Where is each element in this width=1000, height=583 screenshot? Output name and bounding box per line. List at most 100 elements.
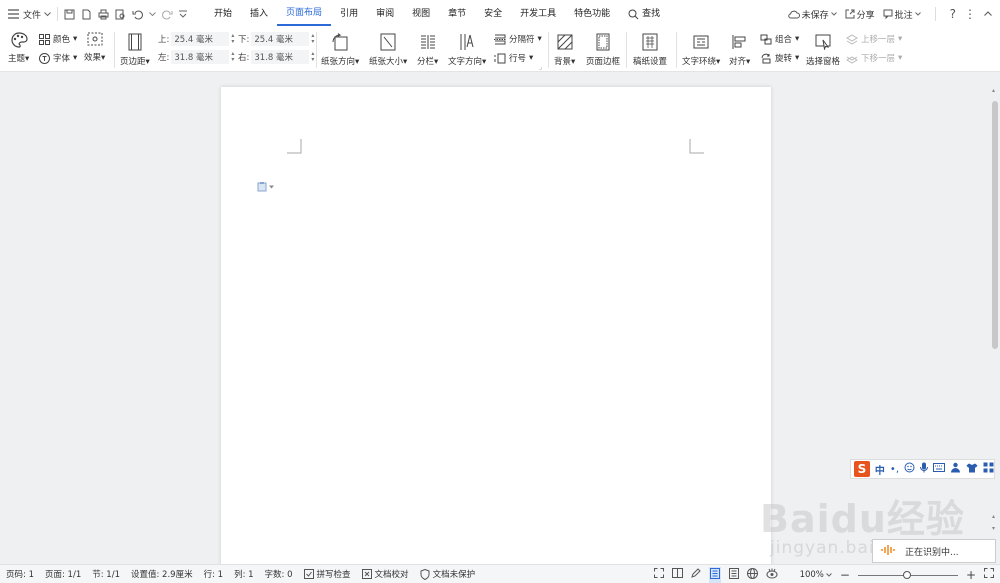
- share-button[interactable]: 分享: [845, 8, 875, 21]
- bring-forward-button[interactable]: 上移一层 ▾: [846, 33, 902, 45]
- margin-right-stepper-icon[interactable]: ▴ ▾: [311, 51, 314, 63]
- help-icon[interactable]: ?: [950, 7, 956, 21]
- keyboard-icon[interactable]: [933, 463, 945, 475]
- outline-view-icon[interactable]: [728, 567, 739, 582]
- zoom-level[interactable]: 100%: [800, 570, 832, 580]
- spell-check-button[interactable]: 拼写检查: [303, 568, 351, 580]
- scrollbar-thumb[interactable]: [992, 101, 998, 349]
- orientation-button[interactable]: 纸张方向▾: [321, 31, 359, 67]
- margin-top-input[interactable]: 25.4 毫米: [171, 32, 230, 46]
- align-button[interactable]: 对齐▾: [729, 31, 750, 67]
- unsaved-button[interactable]: 未保存: [787, 8, 837, 21]
- vertical-scrollbar[interactable]: ▴ ▴ ▾: [990, 73, 1000, 564]
- wrap-text-button[interactable]: 文字环绕▾: [682, 31, 720, 67]
- sogou-logo[interactable]: S: [854, 461, 870, 477]
- columns-button[interactable]: 分栏▾: [417, 31, 438, 67]
- tab-page-layout[interactable]: 页面布局: [277, 2, 332, 26]
- punctuation-icon[interactable]: •,: [890, 464, 899, 475]
- paste-options-icon[interactable]: [257, 181, 274, 192]
- breaks-button[interactable]: 分隔符 ▾: [494, 33, 542, 45]
- emoji-icon[interactable]: [904, 462, 915, 476]
- search-button[interactable]: 查找: [619, 0, 669, 28]
- group-button[interactable]: 组合 ▾: [760, 33, 799, 45]
- tab-features[interactable]: 特色功能: [565, 0, 619, 28]
- proofread-button[interactable]: 文档校对: [361, 568, 409, 580]
- background-button[interactable]: 背景▾: [554, 31, 575, 67]
- undo-icon[interactable]: [132, 9, 143, 20]
- file-menu-button[interactable]: 文件: [23, 8, 41, 21]
- pages-status[interactable]: 页面: 1/1: [45, 568, 81, 580]
- send-backward-button[interactable]: 下移一层 ▾: [846, 52, 902, 64]
- comment-button[interactable]: 批注: [883, 8, 921, 21]
- text-direction-button[interactable]: 文字方向▾: [448, 31, 486, 67]
- zoom-slider-thumb[interactable]: [902, 570, 911, 579]
- word-count-status[interactable]: 字数: 0: [265, 568, 293, 580]
- tab-references[interactable]: 引用: [331, 0, 367, 28]
- position-status[interactable]: 设置值: 2.9厘米: [131, 568, 193, 580]
- tab-security[interactable]: 安全: [475, 0, 511, 28]
- tab-developer[interactable]: 开发工具: [511, 0, 565, 28]
- fullscreen-icon[interactable]: [653, 568, 664, 581]
- selection-pane-button[interactable]: 选择窗格: [806, 31, 840, 67]
- undo-dropdown-icon[interactable]: [149, 11, 156, 17]
- tab-review[interactable]: 审阅: [367, 0, 403, 28]
- document-protection-button[interactable]: 文档未保护: [420, 568, 475, 580]
- theme-button[interactable]: 主题▾: [8, 32, 29, 64]
- reading-mode-icon[interactable]: [671, 568, 683, 581]
- save-icon[interactable]: [64, 9, 75, 20]
- print-icon[interactable]: [98, 9, 109, 20]
- color-button[interactable]: 颜色 ▾: [39, 33, 77, 45]
- margin-right-input[interactable]: 31.8 毫米: [251, 50, 310, 64]
- more-options-icon[interactable]: ⋮: [964, 7, 976, 21]
- fit-page-icon[interactable]: [984, 568, 994, 581]
- page-view-icon[interactable]: [708, 566, 721, 583]
- margin-top-stepper-icon[interactable]: ▴ ▾: [231, 33, 234, 45]
- export-pdf-icon[interactable]: [81, 9, 92, 20]
- section-status[interactable]: 节: 1/1: [92, 568, 120, 580]
- next-page-icon[interactable]: ▾: [992, 525, 995, 532]
- web-view-icon[interactable]: [746, 567, 758, 582]
- send-backward-icon: [846, 55, 858, 64]
- effect-button[interactable]: 效果▾: [84, 32, 105, 63]
- customize-toolbar-icon[interactable]: [179, 10, 188, 18]
- line-numbers-icon: [494, 53, 506, 63]
- page-number-status[interactable]: 页码: 1: [6, 568, 34, 580]
- ime-mode[interactable]: 中: [875, 462, 885, 477]
- zoom-out-icon[interactable]: −: [840, 568, 850, 582]
- collapse-ribbon-icon[interactable]: [984, 9, 992, 19]
- page-border-button[interactable]: 页面边框: [586, 31, 620, 67]
- chevron-down-icon[interactable]: [44, 11, 51, 17]
- margin-left-input[interactable]: 31.8 毫米: [171, 50, 230, 64]
- margin-bottom-stepper-icon[interactable]: ▴ ▾: [311, 33, 314, 45]
- prev-page-icon[interactable]: ▴: [992, 513, 995, 520]
- pen-icon[interactable]: [690, 568, 701, 581]
- column-status[interactable]: 列: 1: [234, 568, 253, 580]
- line-numbers-button[interactable]: 行号 ▾: [494, 52, 533, 64]
- print-preview-icon[interactable]: [115, 9, 126, 20]
- skin-icon[interactable]: [966, 463, 978, 476]
- rotate-button[interactable]: 旋转 ▾: [760, 52, 799, 64]
- row-status[interactable]: 行: 1: [204, 568, 223, 580]
- hamburger-menu-icon[interactable]: [8, 9, 19, 19]
- paper-size-button[interactable]: 纸张大小▾: [369, 31, 407, 67]
- ime-toolbar[interactable]: S 中 •,: [850, 459, 995, 479]
- microphone-icon[interactable]: [920, 462, 928, 476]
- document-page[interactable]: [221, 87, 771, 564]
- tab-section[interactable]: 章节: [439, 0, 475, 28]
- margins-button[interactable]: 页边距▾: [120, 31, 150, 67]
- margin-bottom-input[interactable]: 25.4 毫米: [251, 32, 310, 46]
- zoom-in-icon[interactable]: +: [966, 568, 976, 582]
- eye-protection-icon[interactable]: [766, 568, 778, 582]
- tab-insert[interactable]: 插入: [241, 0, 277, 28]
- page-setup-dialog-launcher-icon[interactable]: ⌟: [539, 64, 542, 71]
- draft-paper-button[interactable]: 稿纸设置: [633, 31, 667, 67]
- zoom-slider[interactable]: [857, 570, 958, 580]
- tab-home[interactable]: 开始: [205, 0, 241, 28]
- margin-left-stepper-icon[interactable]: ▴ ▾: [231, 51, 234, 63]
- tab-view[interactable]: 视图: [403, 0, 439, 28]
- redo-icon[interactable]: [162, 9, 173, 20]
- scroll-up-icon[interactable]: ▴: [992, 87, 995, 94]
- toolbox-icon[interactable]: [983, 462, 994, 476]
- user-icon[interactable]: [950, 462, 961, 476]
- font-button[interactable]: 字体 ▾: [39, 52, 77, 64]
